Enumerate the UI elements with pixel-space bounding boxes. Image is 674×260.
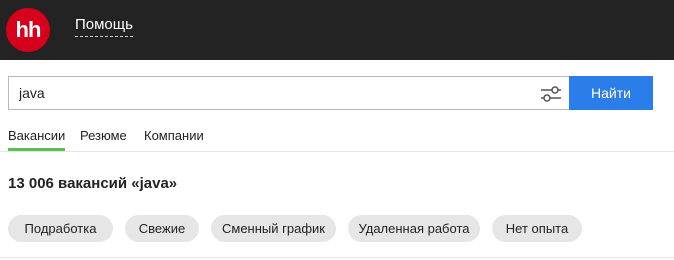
tab-resumes[interactable]: Резюме	[80, 128, 127, 143]
filter-chip-shift-schedule[interactable]: Сменный график	[211, 215, 336, 242]
bottom-divider	[0, 257, 674, 258]
filter-chip-fresh[interactable]: Свежие	[125, 215, 199, 242]
results-count-title: 13 006 вакансий «java»	[8, 175, 178, 192]
filter-chip-no-experience[interactable]: Нет опыта	[492, 215, 582, 242]
tab-vacancies[interactable]: Вакансии	[8, 128, 66, 151]
filter-chip-remote[interactable]: Удаленная работа	[348, 215, 480, 242]
hh-logo[interactable]: hh	[6, 8, 50, 52]
search-bar: Найти	[8, 76, 653, 110]
search-box	[8, 76, 569, 110]
search-button[interactable]: Найти	[569, 76, 653, 110]
tab-companies[interactable]: Компании	[144, 128, 204, 143]
filter-sliders-icon[interactable]	[540, 84, 562, 104]
help-link[interactable]: Помощь	[75, 16, 133, 37]
search-input[interactable]	[9, 77, 529, 109]
filter-chip-part-time[interactable]: Подработка	[8, 215, 113, 242]
tabs-divider	[0, 151, 674, 152]
site-header: hh Помощь	[0, 0, 674, 60]
